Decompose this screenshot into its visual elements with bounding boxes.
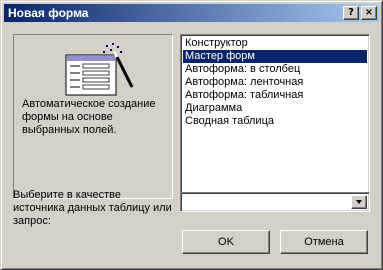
data-source-label: Выберите в качестве источника данных таб…	[13, 189, 172, 227]
form-type-listbox[interactable]: Конструктор Мастер форм Автоформа: в сто…	[180, 34, 370, 199]
title-bar[interactable]: Новая форма ? ×	[4, 4, 379, 22]
help-button[interactable]: ?	[343, 6, 359, 20]
list-item-autoform-columnar[interactable]: Автоформа: в столбец	[183, 63, 367, 76]
wizard-description: Автоматическое создание формы на основе …	[22, 98, 156, 136]
chevron-down-icon	[356, 200, 362, 204]
new-form-dialog: Новая форма ? × Автоматическое создание …	[0, 0, 383, 270]
dropdown-button[interactable]	[351, 195, 367, 209]
list-item-form-wizard[interactable]: Мастер форм	[183, 50, 367, 63]
form-wizard-icon	[65, 43, 134, 96]
ok-button[interactable]: OK	[182, 230, 270, 254]
list-item-designer[interactable]: Конструктор	[183, 37, 367, 50]
cancel-button[interactable]: Отмена	[280, 230, 368, 254]
list-item-chart[interactable]: Диаграмма	[183, 102, 367, 115]
list-item-autoform-tabular[interactable]: Автоформа: ленточная	[183, 76, 367, 89]
list-item-autoform-datasheet[interactable]: Автоформа: табличная	[183, 89, 367, 102]
list-item-pivot-table[interactable]: Сводная таблица	[183, 115, 367, 128]
preview-panel: Автоматическое создание формы на основе …	[13, 34, 173, 199]
window-title: Новая форма	[8, 6, 89, 20]
data-source-combobox[interactable]	[180, 192, 370, 212]
close-button[interactable]: ×	[361, 6, 377, 20]
